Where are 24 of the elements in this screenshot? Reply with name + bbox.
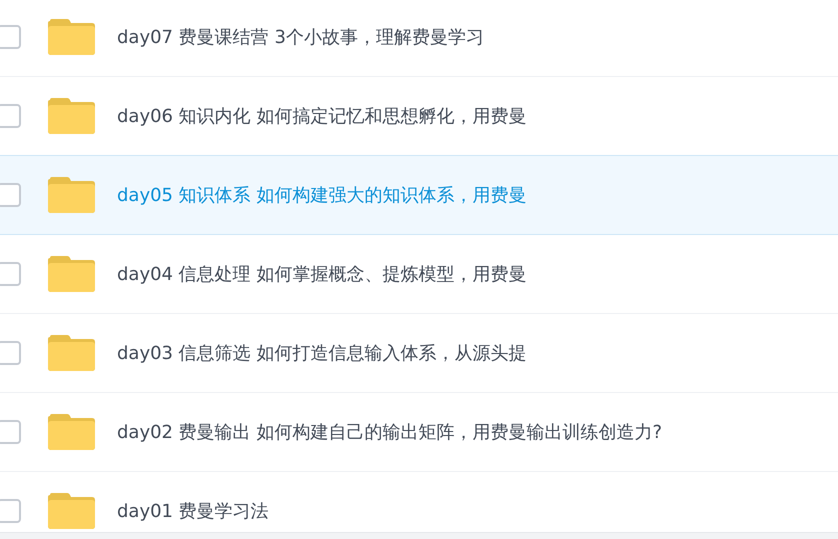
- checkbox[interactable]: [0, 341, 21, 365]
- file-row[interactable]: day04 信息处理 如何掌握概念、提炼模型，用费曼: [0, 234, 838, 314]
- checkbox[interactable]: [0, 420, 21, 444]
- folder-icon: [48, 177, 95, 213]
- checkbox[interactable]: [0, 183, 21, 207]
- folder-icon: [48, 256, 95, 292]
- folder-name[interactable]: day02 费曼输出 如何构建自己的输出矩阵，用费曼输出训练创造力?: [117, 420, 662, 444]
- file-row[interactable]: day02 费曼输出 如何构建自己的输出矩阵，用费曼输出训练创造力?: [0, 392, 838, 472]
- folder-icon: [48, 493, 95, 529]
- checkbox[interactable]: [0, 25, 21, 49]
- folder-name[interactable]: day04 信息处理 如何掌握概念、提炼模型，用费曼: [117, 262, 526, 286]
- checkbox[interactable]: [0, 262, 21, 286]
- checkbox[interactable]: [0, 499, 21, 523]
- folder-icon: [48, 98, 95, 134]
- folder-icon: [48, 335, 95, 371]
- folder-name[interactable]: day07 费曼课结营 3个小故事，理解费曼学习: [117, 25, 484, 49]
- checkbox[interactable]: [0, 104, 21, 128]
- folder-name[interactable]: day01 费曼学习法: [117, 499, 269, 523]
- folder-name[interactable]: day06 知识内化 如何搞定记忆和思想孵化，用费曼: [117, 104, 526, 128]
- folder-icon: [48, 414, 95, 450]
- folder-name[interactable]: day03 信息筛选 如何打造信息输入体系，从源头提: [117, 341, 526, 365]
- file-row[interactable]: day03 信息筛选 如何打造信息输入体系，从源头提: [0, 313, 838, 393]
- file-row[interactable]: day07 费曼课结营 3个小故事，理解费曼学习: [0, 0, 838, 77]
- folder-icon: [48, 19, 95, 55]
